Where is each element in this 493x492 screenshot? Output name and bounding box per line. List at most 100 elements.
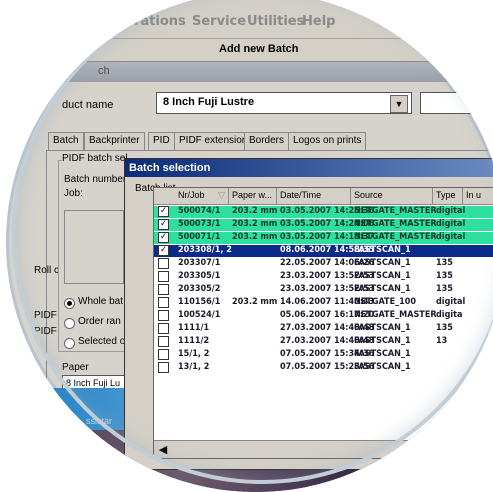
col-header-in-use[interactable]: In u	[466, 190, 481, 200]
pidf-batch-group-title: PIDF batch sel	[62, 153, 128, 164]
row-checkbox[interactable]	[158, 336, 169, 347]
chevron-down-icon[interactable]: ▼	[390, 95, 408, 113]
product-name-value: 8 Inch Fuji Lustre	[163, 96, 255, 108]
left-label-pidf-1: PIDF	[34, 310, 57, 321]
cell-paper: 203.2 mm	[232, 232, 278, 242]
table-row[interactable]: 1111/1 27.03.2007 14:40:48 FASTSCAN_1 135	[154, 323, 493, 335]
cell-job: 15/1, 2	[178, 349, 210, 359]
radio-selected-orders[interactable]	[64, 338, 75, 349]
table-row[interactable]: ✓ 203308/1, 2 08.06.2007 14:58:35 FASTSCAN_…	[154, 245, 493, 257]
menu-item-utilities[interactable]: Utilities	[247, 14, 304, 29]
row-checkbox[interactable]	[158, 323, 169, 334]
col-header-type[interactable]: Type	[436, 190, 456, 200]
table-row[interactable]: 13/1, 2 07.05.2007 15:23:56 FASTSCAN_1	[154, 362, 493, 374]
table-row[interactable]: ✓ 500073/1 203.2 mm 03.05.2007 14:24:06 NETG…	[154, 219, 493, 231]
table-row[interactable]: ✓ 500071/1 203.2 mm 03.05.2007 14:18:37 NETG…	[154, 232, 493, 244]
batch-list-grid: Nr/Job ▽ Paper w... Date/Time Source Typ…	[153, 187, 493, 459]
radio-selected-orders-label: Selected o	[78, 336, 126, 347]
row-checkbox[interactable]	[158, 271, 169, 282]
cell-job: 110156/1	[178, 297, 221, 307]
cell-type: digita	[436, 310, 463, 320]
tab-logos-on-prints[interactable]: Logos on prints	[288, 132, 367, 151]
assistant-label: ssistar	[86, 416, 113, 426]
product-name-combo[interactable]: 8 Inch Fuji Lustre	[156, 92, 412, 114]
tab-pidf-extension[interactable]: PIDF extension	[174, 132, 253, 151]
cell-source: NETGATE_MASTER	[354, 310, 437, 320]
circular-screenshot: rations Service Utilities Help Add new B…	[6, 0, 493, 492]
cell-type: digital	[436, 297, 466, 307]
secondary-field[interactable]	[420, 92, 493, 114]
tab-pid[interactable]: PID	[148, 132, 175, 151]
menu-item-service[interactable]: Service	[192, 14, 246, 29]
horizontal-scrollbar[interactable]: ◀	[154, 440, 493, 458]
arrow-left-icon[interactable]: ◀	[156, 443, 170, 457]
col-separator	[350, 188, 351, 204]
row-checkbox[interactable]	[158, 362, 169, 373]
cell-source: FASTSCAN_1	[354, 362, 411, 372]
table-row[interactable]: ✓ 500074/1 203.2 mm 03.05.2007 14:25:36 NETG…	[154, 206, 493, 218]
col-header-source[interactable]: Source	[354, 190, 383, 200]
radio-order-range-label: Order ran	[78, 316, 121, 327]
table-row[interactable]: 203307/1 22.05.2007 14:06:26 FASTSCAN_1 135	[154, 258, 493, 270]
row-checkbox[interactable]	[158, 258, 169, 269]
row-checkbox[interactable]: ✓	[158, 206, 169, 217]
cell-source: FASTSCAN_1	[354, 336, 411, 346]
cell-job: 203307/1	[178, 258, 221, 268]
cell-source: NETGATE_100	[354, 297, 417, 307]
cell-source: FASTSCAN_1	[354, 271, 411, 281]
grid-header: Nr/Job ▽ Paper w... Date/Time Source Typ…	[154, 188, 493, 205]
table-row[interactable]: 203305/2 23.03.2007 13:52:53 FASTSCAN_1 135	[154, 284, 493, 296]
tab-batch[interactable]: Batch	[48, 132, 84, 151]
add-batch-bar[interactable]: Add new Batch	[6, 39, 493, 62]
cell-paper: 203.2 mm	[232, 219, 278, 229]
cell-job: 1111/2	[178, 336, 210, 346]
cell-source: NETGATE_MASTER	[354, 206, 437, 216]
col-header-paper-width[interactable]: Paper w...	[232, 190, 272, 200]
row-checkbox[interactable]	[158, 310, 169, 321]
table-row[interactable]: 110156/1 203.2 mm 14.06.2007 11:40:43 NETGA…	[154, 297, 493, 309]
table-row[interactable]: 1111/2 27.03.2007 14:40:48 FASTSCAN_1 13	[154, 336, 493, 348]
menu-bar: rations Service Utilities Help	[6, 0, 493, 39]
row-checkbox[interactable]: ✓	[158, 219, 169, 230]
job-list-box[interactable]	[64, 210, 124, 284]
section-band: ch	[6, 62, 493, 82]
cell-job: 13/1, 2	[178, 362, 210, 372]
tab-backprinter[interactable]: Backprinter	[84, 132, 145, 151]
row-checkbox[interactable]	[158, 349, 169, 360]
job-label: Job:	[64, 188, 83, 199]
radio-whole-batch-label: Whole bat	[78, 296, 124, 307]
dialog-title: Batch selection	[129, 162, 211, 174]
add-batch-label[interactable]: Add new Batch	[219, 43, 298, 55]
table-row[interactable]: 15/1, 2 07.05.2007 15:34:36 FASTSCAN_1	[154, 349, 493, 361]
row-checkbox[interactable]: ✓	[158, 232, 169, 243]
left-label-roll: Roll c	[34, 265, 60, 276]
section-band-text: ch	[98, 65, 110, 77]
row-checkbox[interactable]: ✓	[158, 245, 169, 256]
col-header-date-time[interactable]: Date/Time	[280, 190, 321, 200]
table-row[interactable]: 100524/1 05.06.2007 16:17:20 NETGATE_MASTE…	[154, 310, 493, 322]
dialog-title-bar[interactable]: Batch selection	[125, 159, 493, 177]
menu-item-help[interactable]: Help	[302, 14, 335, 29]
cell-source: FASTSCAN_1	[354, 349, 411, 359]
product-name-label: duct name	[62, 99, 114, 111]
cell-type: digital	[436, 206, 466, 216]
col-separator	[228, 188, 229, 204]
paper-value: 8 Inch Fuji Lu	[66, 378, 121, 388]
cell-job: 100524/1	[178, 310, 221, 320]
cell-type: 135	[436, 323, 453, 333]
radio-order-range[interactable]	[64, 318, 75, 329]
tab-borders[interactable]: Borders	[244, 132, 290, 151]
table-row[interactable]: 203305/1 23.03.2007 13:52:53 FASTSCAN_1 135	[154, 271, 493, 283]
col-separator	[462, 188, 463, 204]
row-checkbox[interactable]	[158, 284, 169, 295]
col-header-nr-job[interactable]: Nr/Job	[178, 190, 205, 200]
radio-whole-batch[interactable]	[64, 298, 75, 309]
cell-type: 135	[436, 271, 453, 281]
cell-type: 13	[436, 336, 448, 346]
cell-job: 203305/2	[178, 284, 221, 294]
sort-icon: ▽	[218, 190, 225, 200]
cell-source: NETGATE_MASTER	[354, 219, 437, 229]
menu-item-operations[interactable]: rations	[134, 14, 186, 29]
row-checkbox[interactable]	[158, 297, 169, 308]
cell-job: 500071/1	[178, 232, 221, 242]
